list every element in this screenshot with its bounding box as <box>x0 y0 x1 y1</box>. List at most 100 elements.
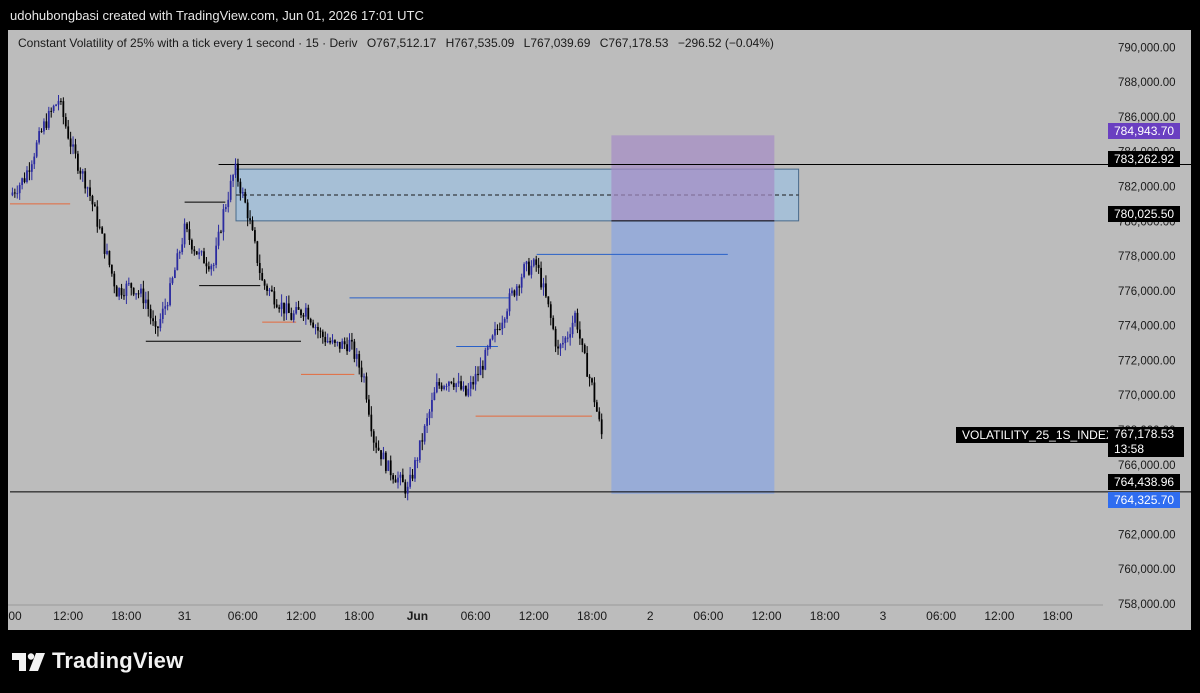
candle-body-156 <box>389 460 392 476</box>
candle-body-206 <box>511 290 513 294</box>
candle-body-58 <box>152 318 154 322</box>
candle-body-123 <box>309 319 312 323</box>
candle-body-47 <box>125 283 128 296</box>
candle-body-11 <box>38 131 40 143</box>
candle-body-27 <box>77 153 79 171</box>
y-tick-label-0: 758,000.00 <box>1118 599 1176 611</box>
candle-body-140 <box>351 339 353 342</box>
candle-body-225 <box>557 346 559 349</box>
candle-body-40 <box>108 250 111 265</box>
candle-body-144 <box>360 367 363 378</box>
x-tick-label-16: 06:00 <box>926 609 956 623</box>
candle-body-190 <box>472 382 475 385</box>
candle-body-202 <box>501 322 504 330</box>
candle-body-3 <box>18 185 21 194</box>
candle-body-136 <box>341 341 344 349</box>
y-tick-label-12: 782,000.00 <box>1118 182 1176 194</box>
candle-body-168 <box>418 440 421 461</box>
candle-body-130 <box>326 341 329 343</box>
candle-body-149 <box>372 431 375 443</box>
candle-body-92 <box>234 163 237 176</box>
candle-body-177 <box>440 385 443 390</box>
candle-body-20 <box>60 100 62 102</box>
zone-bottom-price-tag: 780,025.50 <box>1108 206 1181 222</box>
current-price-tag: 767,178.53 13:58 <box>1108 427 1184 457</box>
candle-body-84 <box>215 245 218 265</box>
candle-body-12 <box>40 131 43 133</box>
candle-body-80 <box>205 263 208 267</box>
candle-body-59 <box>154 321 157 327</box>
candle-body-86 <box>220 231 222 233</box>
low-line-price-tag: 764,438.96 <box>1108 474 1181 490</box>
candle-body-66 <box>171 277 174 284</box>
candle-body-4 <box>21 178 24 186</box>
candle-body-176 <box>438 382 441 386</box>
candle-body-159 <box>397 477 399 483</box>
candle-body-5 <box>23 178 26 182</box>
candle-body-82 <box>210 265 213 270</box>
candle-body-96 <box>244 192 247 203</box>
candle-body-105 <box>266 285 268 291</box>
candle-body-33 <box>91 195 94 205</box>
candle-body-88 <box>224 207 227 210</box>
candle-body-142 <box>355 354 358 359</box>
y-tick-label-9: 776,000.00 <box>1118 286 1176 298</box>
candle-body-90 <box>229 180 232 200</box>
x-tick-label-0: 6:00 <box>8 609 22 623</box>
y-tick-label-1: 760,000.00 <box>1118 564 1176 576</box>
candle-body-42 <box>113 273 116 287</box>
candle-body-238 <box>588 376 591 379</box>
x-tick-label-6: 18:00 <box>344 609 374 623</box>
candle-body-236 <box>583 344 586 354</box>
candle-body-133 <box>334 340 336 343</box>
candle-body-163 <box>406 486 409 494</box>
candle-body-125 <box>314 327 317 329</box>
candle-body-89 <box>227 199 230 208</box>
candle-body-120 <box>302 315 305 317</box>
x-tick-label-4: 06:00 <box>228 609 258 623</box>
chart-area[interactable]: 758,000.00760,000.00762,000.00764,000.00… <box>8 30 1191 630</box>
x-tick-label-8: 06:00 <box>461 609 491 623</box>
candle-body-29 <box>81 171 84 174</box>
y-tick-label-7: 772,000.00 <box>1118 355 1176 367</box>
x-tick-label-1: 12:00 <box>53 609 83 623</box>
y-tick-label-6: 770,000.00 <box>1118 390 1176 402</box>
ohlc-legend: Constant Volatility of 25% with a tick e… <box>18 36 780 50</box>
legend-high: H767,535.09 <box>445 36 515 50</box>
tradingview-brand[interactable]: TradingView <box>12 648 183 674</box>
candle-body-216 <box>535 259 538 265</box>
candle-body-131 <box>329 341 331 343</box>
candle-body-70 <box>181 244 184 253</box>
candle-body-182 <box>452 382 455 388</box>
candle-body-57 <box>149 308 152 319</box>
candle-body-98 <box>249 218 251 221</box>
candle-body-107 <box>271 289 273 292</box>
candle-body-184 <box>457 381 460 384</box>
candle-body-110 <box>278 307 281 309</box>
candle-body-171 <box>426 418 428 426</box>
brand-name: TradingView <box>52 648 184 673</box>
candle-body-162 <box>404 482 407 494</box>
candle-body-143 <box>358 354 361 368</box>
candle-body-181 <box>450 381 453 383</box>
x-tick-label-15: 3 <box>880 609 887 623</box>
candle-body-62 <box>161 308 164 319</box>
candle-body-152 <box>380 450 382 460</box>
candle-body-141 <box>353 341 356 359</box>
candle-body-137 <box>343 341 346 345</box>
candle-body-194 <box>481 365 484 370</box>
candle-body-79 <box>203 251 205 264</box>
candle-body-34 <box>93 204 96 207</box>
candle-body-210 <box>520 277 523 288</box>
legend-symbol[interactable]: Constant Volatility of 25% with a tick e… <box>18 36 358 50</box>
candle-body-222 <box>549 304 552 318</box>
candle-body-13 <box>43 121 45 132</box>
candle-body-6 <box>26 170 28 182</box>
chart-svg[interactable]: 758,000.00760,000.00762,000.00764,000.00… <box>8 30 1191 630</box>
candle-body-35 <box>96 206 99 227</box>
candle-body-31 <box>86 187 89 189</box>
y-tick-label-4: 766,000.00 <box>1118 460 1176 472</box>
candle-body-72 <box>186 223 188 230</box>
candle-body-121 <box>304 307 307 317</box>
candle-body-109 <box>275 304 278 308</box>
